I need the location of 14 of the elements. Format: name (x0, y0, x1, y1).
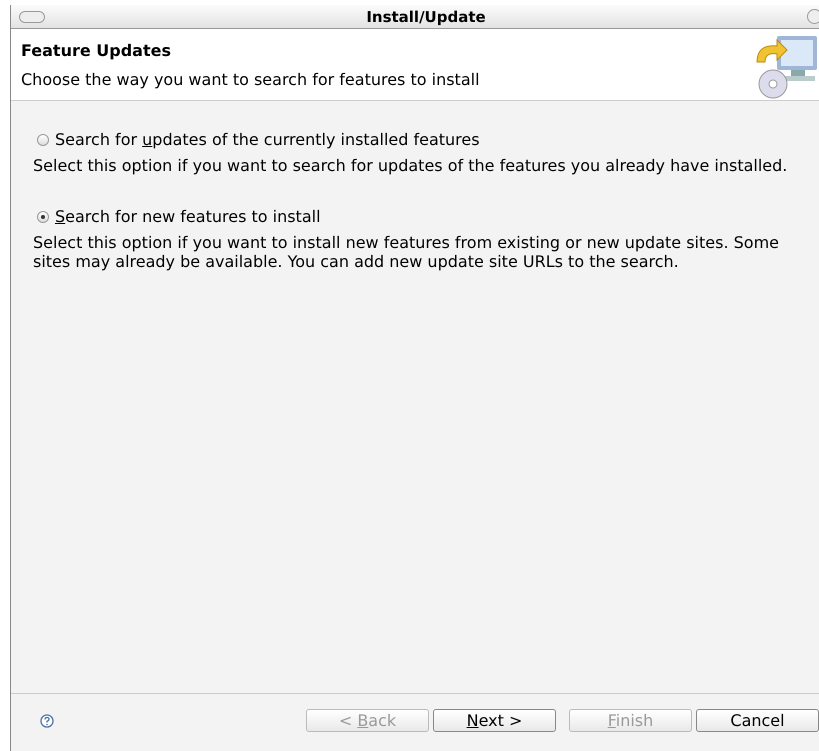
window-menu-icon[interactable] (19, 10, 45, 22)
window-title: Install/Update (366, 8, 486, 26)
wizard-button[interactable]: Next > (433, 709, 556, 732)
radio-option[interactable]: Search for updates of the currently installed features (37, 130, 480, 149)
help-icon[interactable] (40, 714, 54, 728)
option-description: Select this option if you want to search for updates of the features you already have installed. (33, 156, 788, 175)
page-title: Feature Updates (21, 41, 172, 60)
radio-button[interactable] (37, 134, 49, 146)
option-description: Select this option if you want to install new features from existing or new update sites. Some sites may already be available. You can add new update site URLs to the search. (33, 233, 780, 271)
radio-button[interactable] (37, 210, 49, 222)
wizard-button[interactable]: Cancel (696, 709, 819, 732)
radio-option[interactable]: Search for new features to install (37, 207, 321, 226)
maximize-icon[interactable] (807, 9, 819, 24)
page-description: Choose the way you want to search for features to install (21, 70, 480, 89)
